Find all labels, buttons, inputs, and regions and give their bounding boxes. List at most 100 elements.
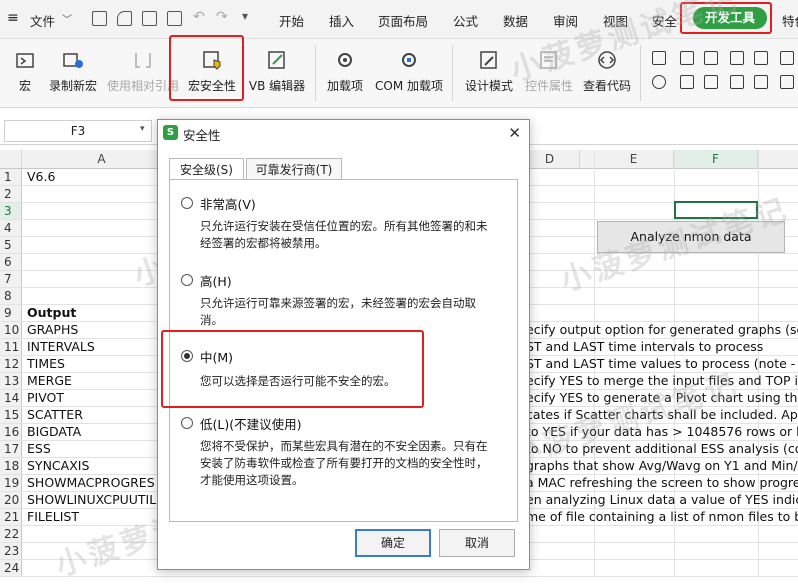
redo-icon[interactable]: ↷	[216, 9, 228, 25]
cancel-button[interactable]: 取消	[439, 529, 515, 557]
row-number[interactable]: 8	[0, 288, 22, 304]
cell-d[interactable]: me of file containing a list of nmon fil…	[526, 509, 798, 525]
cell-a[interactable]: GRAPHS	[27, 322, 78, 338]
toggle-control-icon[interactable]	[780, 75, 794, 89]
cell-a[interactable]: BIGDATA	[27, 424, 81, 440]
more-icon[interactable]: ▾	[242, 9, 248, 23]
cell-a[interactable]: INTERVALS	[27, 339, 95, 355]
cell-d[interactable]: ST and LAST time intervals to process	[526, 339, 763, 355]
row-number[interactable]: 5	[0, 237, 22, 253]
row-number[interactable]: 3	[0, 203, 22, 219]
tab-security-level[interactable]: 安全级(S)	[169, 158, 244, 180]
cell-d[interactable]: ecify output option for generated graphs…	[526, 322, 798, 338]
option-label-low[interactable]: 低(L)(不建议使用)	[200, 414, 301, 433]
save-icon[interactable]	[92, 11, 107, 26]
print-preview-icon[interactable]	[167, 11, 182, 26]
row-number[interactable]: 7	[0, 271, 22, 287]
tab-home[interactable]: 开始	[279, 11, 304, 30]
cell-d[interactable]: graphs that show Avg/Wavg on Y1 and Min/…	[526, 458, 798, 474]
cell-a[interactable]: FILELIST	[27, 509, 79, 525]
cell-a[interactable]: PIVOT	[27, 390, 64, 406]
tab-page-layout[interactable]: 页面布局	[378, 11, 428, 30]
row-number[interactable]: 18	[0, 458, 22, 474]
row-number[interactable]: 1	[0, 169, 22, 185]
addins-button[interactable]: 加载项	[322, 39, 368, 105]
cell-a[interactable]: SCATTER	[27, 407, 83, 423]
ribbon-separator	[315, 45, 316, 101]
edit-control-icon[interactable]	[754, 51, 768, 65]
row-number[interactable]: 6	[0, 254, 22, 270]
tab-data[interactable]: 数据	[503, 11, 528, 30]
tab-insert[interactable]: 插入	[329, 11, 354, 30]
radio-control-icon[interactable]	[652, 75, 666, 89]
image-control-icon[interactable]	[754, 75, 768, 89]
text-control-icon[interactable]	[730, 75, 744, 89]
label-control-icon[interactable]	[680, 75, 694, 89]
radio-very-high[interactable]	[181, 197, 193, 209]
menu-icon[interactable]: ≡	[7, 10, 19, 26]
row-number[interactable]: 12	[0, 356, 22, 372]
row-number[interactable]: 24	[0, 560, 22, 576]
option-label-very-high[interactable]: 非常高(V)	[200, 194, 256, 213]
cell-d[interactable]: en analyzing Linux data a value of YES i…	[526, 492, 798, 508]
relative-reference-icon	[135, 53, 151, 68]
row-number[interactable]: 4	[0, 220, 22, 236]
list-control-icon[interactable]	[730, 51, 744, 65]
combo-control-icon[interactable]	[704, 51, 718, 65]
undo-icon[interactable]: ↶	[193, 9, 205, 25]
macro-button[interactable]: 宏	[8, 39, 42, 105]
cell-a[interactable]: SHOWMACPROGRES	[27, 475, 155, 491]
scroll-control-icon[interactable]	[780, 51, 794, 65]
row-number[interactable]: 21	[0, 509, 22, 525]
column-header-f[interactable]: F	[674, 150, 758, 168]
file-menu[interactable]: 文件	[30, 11, 55, 30]
row-number[interactable]: 20	[0, 492, 22, 508]
row-number[interactable]: 15	[0, 407, 22, 423]
cell-a[interactable]: ESS	[27, 441, 51, 457]
checkbox-control-icon[interactable]	[652, 51, 666, 65]
row-number[interactable]: 19	[0, 475, 22, 491]
row-number[interactable]: 22	[0, 526, 22, 542]
cell-a[interactable]: Output	[27, 305, 76, 321]
cell-a[interactable]: SYNCAXIS	[27, 458, 89, 474]
row-number[interactable]: 11	[0, 339, 22, 355]
tab-features[interactable]: 特色	[782, 11, 798, 30]
print-icon[interactable]	[142, 11, 157, 26]
cell-d[interactable]: ST and LAST time values to process (note…	[526, 356, 798, 372]
vb-editor-button[interactable]: VB 编辑器	[246, 39, 308, 105]
cell-a[interactable]: V6.6	[27, 169, 55, 185]
button-control-icon[interactable]	[680, 51, 694, 65]
ok-button[interactable]: 确定	[355, 529, 431, 557]
cell-a[interactable]: TIMES	[27, 356, 65, 372]
radio-low[interactable]	[181, 417, 193, 429]
cell-a[interactable]: MERGE	[27, 373, 72, 389]
tab-trusted-publishers[interactable]: 可靠发行商(T)	[246, 158, 342, 180]
com-addins-button[interactable]: COM 加载项	[372, 39, 446, 105]
dialog-title: 安全性	[183, 128, 221, 143]
name-box[interactable]: F3	[4, 120, 152, 142]
cell-d[interactable]: a MAC refreshing the screen to show prog…	[526, 475, 798, 491]
row-number[interactable]: 16	[0, 424, 22, 440]
radio-high[interactable]	[181, 274, 193, 286]
spin-control-icon[interactable]	[704, 75, 718, 89]
corner-cell[interactable]	[0, 150, 22, 168]
option-label-high[interactable]: 高(H)	[200, 271, 232, 290]
row-number[interactable]: 17	[0, 441, 22, 457]
chevron-down-icon[interactable]: ﹀	[62, 11, 72, 26]
row-number[interactable]: 10	[0, 322, 22, 338]
row-number[interactable]: 13	[0, 373, 22, 389]
row-number[interactable]: 9	[0, 305, 22, 321]
gear-icon	[338, 53, 352, 67]
tab-formulas[interactable]: 公式	[453, 11, 478, 30]
ribbon-separator	[452, 45, 453, 101]
chevron-down-icon[interactable]: ▾	[140, 124, 145, 134]
cell-a[interactable]: SHOWLINUXCPUUTIL	[27, 492, 156, 508]
close-icon[interactable]: ✕	[508, 124, 521, 142]
row-number[interactable]: 14	[0, 390, 22, 406]
record-macro-icon	[63, 53, 83, 68]
row-number[interactable]: 23	[0, 543, 22, 559]
row-number[interactable]: 2	[0, 186, 22, 202]
column-header-e[interactable]: E	[594, 150, 674, 168]
export-icon[interactable]	[117, 11, 132, 26]
record-macro-button[interactable]: 录制新宏	[44, 39, 102, 105]
